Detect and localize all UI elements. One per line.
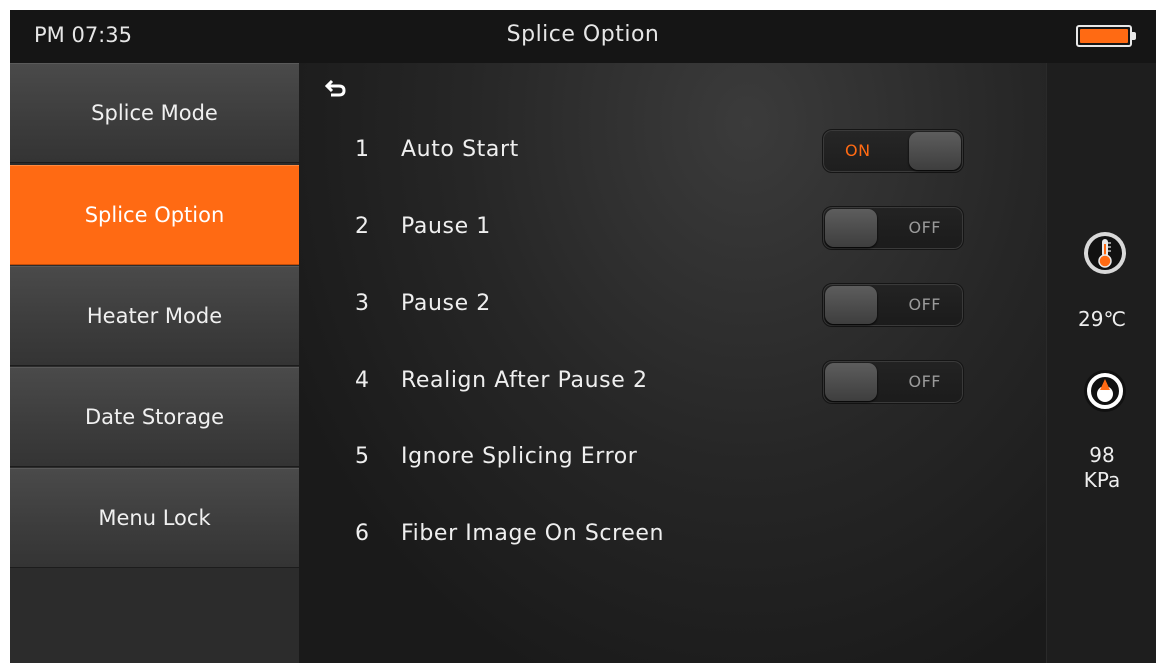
toggle-state: OFF: [908, 295, 941, 314]
options-panel: 1 Auto Start ON 2 Pause 1 OFF 3 Pause 2 …: [299, 63, 1046, 663]
option-number: 5: [355, 444, 370, 469]
pressure-unit: KPa: [1083, 468, 1121, 492]
sidebar-item-label: Splice Mode: [91, 101, 218, 125]
toggle-state: OFF: [908, 372, 941, 391]
option-label[interactable]: Auto Start: [401, 137, 519, 162]
option-number: 1: [355, 137, 370, 162]
sidebar-item-date-storage[interactable]: Date Storage: [10, 367, 299, 467]
option-row-fiber-image-on-screen: 6 Fiber Image On Screen: [299, 515, 1046, 555]
option-label[interactable]: Pause 2: [401, 291, 491, 316]
toggle-state: ON: [845, 141, 871, 160]
sidebar-item-label: Heater Mode: [86, 304, 223, 328]
toggle-knob: [825, 286, 877, 324]
sidebar-item-label: Splice Option: [84, 203, 225, 227]
sidebar-item-splice-mode[interactable]: Splice Mode: [10, 63, 299, 163]
sidebar: Splice Mode Splice Option Heater Mode Da…: [10, 63, 299, 663]
option-row-pause-1: 2 Pause 1 OFF: [299, 206, 1046, 250]
option-label[interactable]: Pause 1: [401, 214, 491, 239]
battery-icon: [1076, 25, 1136, 47]
device-screen: PM 07:35 Splice Option Splice Mode Splic…: [10, 10, 1156, 663]
back-arrow-icon[interactable]: [325, 77, 347, 99]
temperature-value: 29℃: [1078, 307, 1126, 331]
battery-fill: [1080, 29, 1128, 43]
option-label[interactable]: Realign After Pause 2: [401, 368, 648, 393]
sidebar-item-splice-option[interactable]: Splice Option: [10, 165, 299, 265]
pressure-gauge-icon: [1084, 370, 1126, 412]
page-title: Splice Option: [506, 22, 660, 47]
option-label[interactable]: Ignore Splicing Error: [401, 444, 637, 469]
option-row-auto-start: 1 Auto Start ON: [299, 129, 1046, 173]
option-number: 4: [355, 368, 370, 393]
option-number: 6: [355, 521, 370, 546]
pause-1-toggle[interactable]: OFF: [822, 206, 964, 250]
sensor-panel: 29℃ 98 KPa: [1046, 63, 1156, 663]
pause-2-toggle[interactable]: OFF: [822, 283, 964, 327]
realign-after-pause-2-toggle[interactable]: OFF: [822, 360, 964, 404]
toggle-knob: [825, 363, 877, 401]
toggle-knob: [909, 132, 961, 170]
thermometer-icon: [1084, 232, 1126, 274]
option-number: 2: [355, 214, 370, 239]
status-bar: PM 07:35 Splice Option: [10, 10, 1156, 63]
toggle-knob: [825, 209, 877, 247]
sidebar-item-label: Date Storage: [84, 405, 225, 429]
pressure-value: 98: [1089, 443, 1115, 467]
toggle-state: OFF: [908, 218, 941, 237]
option-row-pause-2: 3 Pause 2 OFF: [299, 283, 1046, 327]
auto-start-toggle[interactable]: ON: [822, 129, 964, 173]
sidebar-item-heater-mode[interactable]: Heater Mode: [10, 266, 299, 366]
sidebar-item-menu-lock[interactable]: Menu Lock: [10, 468, 299, 568]
sidebar-item-label: Menu Lock: [98, 506, 211, 530]
option-row-ignore-splicing-error: 5 Ignore Splicing Error: [299, 438, 1046, 478]
option-number: 3: [355, 291, 370, 316]
option-label[interactable]: Fiber Image On Screen: [401, 521, 664, 546]
option-row-realign-after-pause-2: 4 Realign After Pause 2 OFF: [299, 360, 1046, 404]
